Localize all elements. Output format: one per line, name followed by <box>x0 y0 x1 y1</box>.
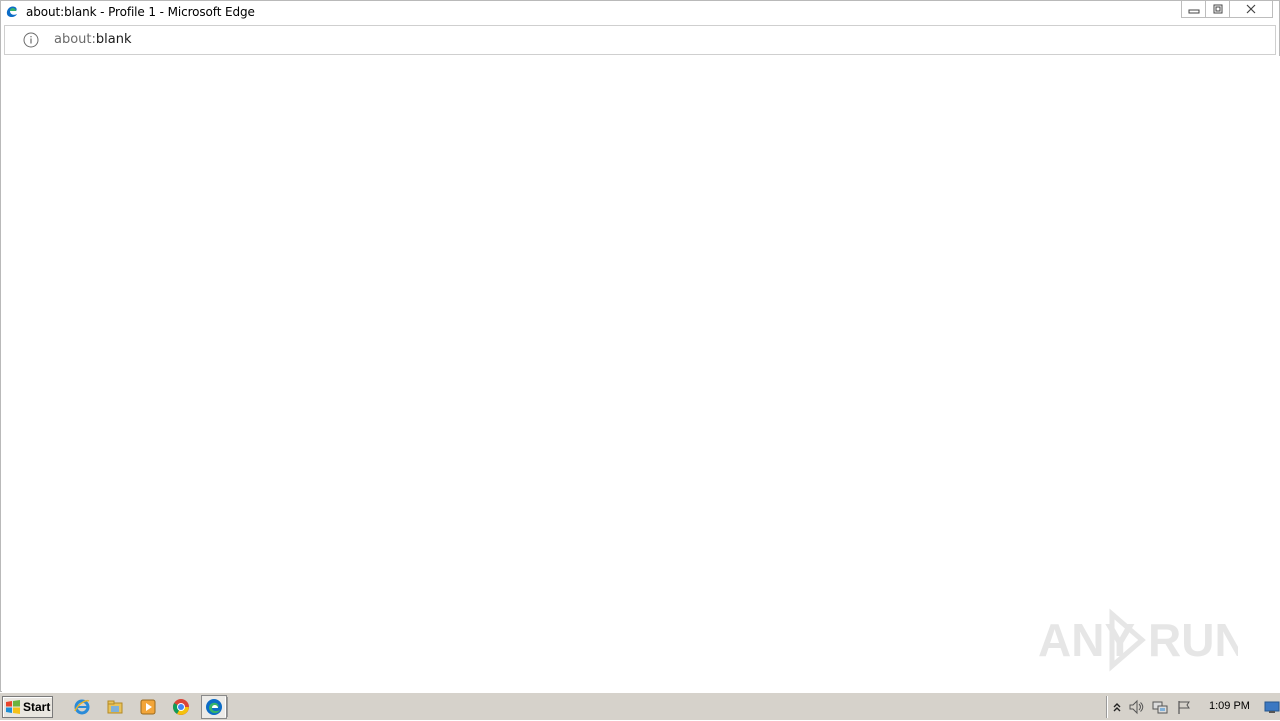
info-icon[interactable] <box>23 32 39 48</box>
windows-logo-icon <box>6 700 20 714</box>
watermark-text-right: RUN <box>1148 614 1238 666</box>
volume-icon <box>1129 699 1144 715</box>
start-button[interactable]: Start <box>2 696 53 718</box>
show-hidden-icons-button[interactable] <box>1109 699 1125 715</box>
restore-button[interactable] <box>1205 1 1230 18</box>
action-center-flag-icon <box>1178 701 1190 714</box>
edge-icon <box>206 699 222 715</box>
title-bar[interactable]: about:blank - Profile 1 - Microsoft Edge <box>1 1 1279 24</box>
show-hidden-icons-icon <box>1113 703 1121 712</box>
taskbar-media-player-button[interactable] <box>131 695 164 719</box>
browser-window: about:blank - Profile 1 - Microsoft Edge… <box>0 0 1280 692</box>
taskbar-ie-button[interactable] <box>65 695 98 719</box>
window-title: about:blank - Profile 1 - Microsoft Edge <box>26 5 255 19</box>
network-icon <box>1152 701 1168 714</box>
anyrun-watermark: ANY RUN <box>1038 608 1238 672</box>
start-label: Start <box>23 700 51 714</box>
volume-button[interactable] <box>1128 699 1144 715</box>
window-controls <box>1181 1 1279 19</box>
taskbar-separator <box>225 697 228 717</box>
media-player-icon <box>140 699 155 715</box>
taskbar-edge-button[interactable] <box>201 695 227 719</box>
url-scheme: about: <box>54 32 96 47</box>
clock[interactable]: 1:09 PM <box>1209 700 1250 712</box>
file-explorer-icon <box>107 700 122 714</box>
url-text[interactable]: about:blank <box>54 32 132 47</box>
show-desktop-button[interactable] <box>1264 696 1280 718</box>
address-bar[interactable]: about:blank <box>4 25 1276 55</box>
quick-launch <box>60 693 227 721</box>
network-button[interactable] <box>1152 699 1168 715</box>
taskbar-explorer-button[interactable] <box>98 695 131 719</box>
restore-icon <box>1213 4 1222 14</box>
chrome-icon <box>172 699 189 715</box>
action-center-button[interactable] <box>1176 699 1192 715</box>
tray-divider <box>1106 696 1107 718</box>
edge-app-icon <box>6 6 18 17</box>
minimize-button[interactable] <box>1181 1 1206 18</box>
system-tray: 1:09 PM <box>1106 696 1280 718</box>
taskbar: Start 1:09 PM <box>0 692 1280 720</box>
url-path: blank <box>95 32 132 47</box>
show-desktop-icon <box>1264 701 1280 713</box>
close-icon <box>1246 4 1256 14</box>
taskbar-chrome-button[interactable] <box>164 695 197 719</box>
page-content[interactable] <box>2 56 1280 692</box>
minimize-icon <box>1188 9 1199 14</box>
close-button[interactable] <box>1229 1 1273 18</box>
internet-explorer-icon <box>73 699 89 715</box>
